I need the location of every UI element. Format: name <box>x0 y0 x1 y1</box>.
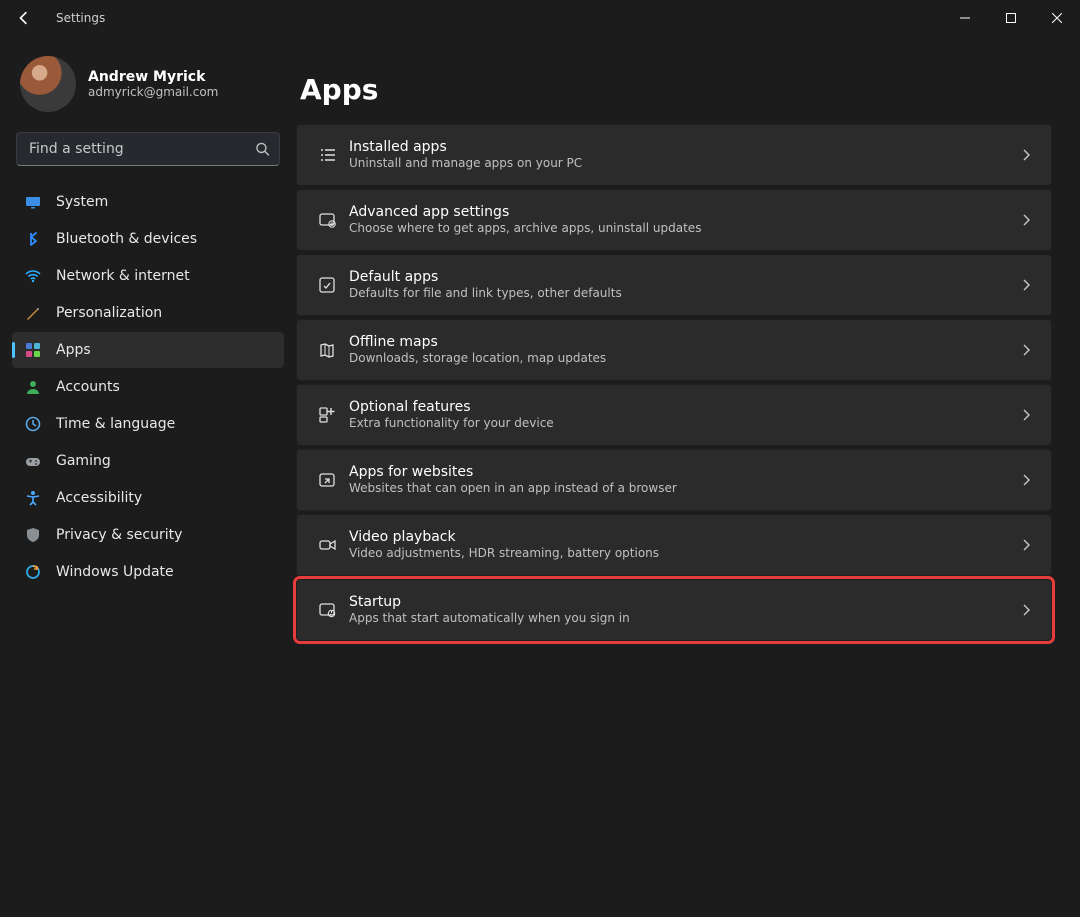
chevron-right-icon <box>1023 604 1031 616</box>
accessibility-icon <box>24 489 42 507</box>
maximize-icon <box>1006 13 1016 23</box>
maps-icon <box>305 328 349 372</box>
sidebar-item-label: Windows Update <box>56 564 174 580</box>
card-description: Downloads, storage location, map updates <box>349 351 606 366</box>
sidebar-item-gaming[interactable]: Gaming <box>12 443 284 479</box>
card-title: Startup <box>349 594 630 612</box>
sidebar: Andrew Myrick admyrick@gmail.com System B… <box>0 36 296 917</box>
optional-icon <box>305 393 349 437</box>
window-title: Settings <box>56 11 105 25</box>
installed-icon <box>305 133 349 177</box>
user-email: admyrick@gmail.com <box>88 85 218 99</box>
update-icon <box>24 563 42 581</box>
sidebar-item-network-internet[interactable]: Network & internet <box>12 258 284 294</box>
card-title: Advanced app settings <box>349 204 701 222</box>
card-description: Uninstall and manage apps on your PC <box>349 156 582 171</box>
card-description: Defaults for file and link types, other … <box>349 286 622 301</box>
sidebar-item-time-language[interactable]: Time & language <box>12 406 284 442</box>
sidebar-item-apps[interactable]: Apps <box>12 332 284 368</box>
settings-card-video-playback[interactable]: Video playback Video adjustments, HDR st… <box>296 514 1052 576</box>
sidebar-item-label: Apps <box>56 342 91 358</box>
sidebar-item-label: Bluetooth & devices <box>56 231 197 247</box>
user-name: Andrew Myrick <box>88 69 218 85</box>
card-title: Apps for websites <box>349 464 677 482</box>
card-title: Optional features <box>349 399 554 417</box>
titlebar: Settings <box>0 0 1080 36</box>
system-icon <box>24 193 42 211</box>
card-title: Installed apps <box>349 139 582 157</box>
card-description: Extra functionality for your device <box>349 416 554 431</box>
chevron-right-icon <box>1023 474 1031 486</box>
sidebar-item-label: Time & language <box>56 416 175 432</box>
minimize-button[interactable] <box>942 2 988 34</box>
content: Apps Installed apps Uninstall and manage… <box>296 36 1080 917</box>
window-controls <box>942 2 1080 34</box>
video-icon <box>305 523 349 567</box>
sidebar-item-accessibility[interactable]: Accessibility <box>12 480 284 516</box>
sidebar-item-bluetooth-devices[interactable]: Bluetooth & devices <box>12 221 284 257</box>
search-container <box>16 132 280 166</box>
settings-card-list: Installed apps Uninstall and manage apps… <box>296 124 1052 641</box>
chevron-right-icon <box>1023 344 1031 356</box>
card-description: Choose where to get apps, archive apps, … <box>349 221 701 236</box>
arrow-left-icon <box>17 11 31 25</box>
apps-icon <box>24 341 42 359</box>
sidebar-item-system[interactable]: System <box>12 184 284 220</box>
time-icon <box>24 415 42 433</box>
sidebar-item-label: Personalization <box>56 305 162 321</box>
gaming-icon <box>24 452 42 470</box>
chevron-right-icon <box>1023 149 1031 161</box>
chevron-right-icon <box>1023 409 1031 421</box>
chevron-right-icon <box>1023 279 1031 291</box>
sidebar-item-label: Privacy & security <box>56 527 182 543</box>
minimize-icon <box>960 13 970 23</box>
sidebar-item-label: Accessibility <box>56 490 142 506</box>
bluetooth-icon <box>24 230 42 248</box>
sidebar-item-accounts[interactable]: Accounts <box>12 369 284 405</box>
wifi-icon <box>24 267 42 285</box>
card-description: Apps that start automatically when you s… <box>349 611 630 626</box>
chevron-right-icon <box>1023 539 1031 551</box>
default-icon <box>305 263 349 307</box>
accounts-icon <box>24 378 42 396</box>
sidebar-item-privacy-security[interactable]: Privacy & security <box>12 517 284 553</box>
user-card[interactable]: Andrew Myrick admyrick@gmail.com <box>12 50 284 128</box>
chevron-right-icon <box>1023 214 1031 226</box>
settings-card-default-apps[interactable]: Default apps Defaults for file and link … <box>296 254 1052 316</box>
sidebar-item-label: Network & internet <box>56 268 190 284</box>
settings-card-offline-maps[interactable]: Offline maps Downloads, storage location… <box>296 319 1052 381</box>
startup-icon <box>305 588 349 632</box>
advanced-icon <box>305 198 349 242</box>
maximize-button[interactable] <box>988 2 1034 34</box>
settings-card-installed-apps[interactable]: Installed apps Uninstall and manage apps… <box>296 124 1052 186</box>
privacy-icon <box>24 526 42 544</box>
settings-card-optional-features[interactable]: Optional features Extra functionality fo… <box>296 384 1052 446</box>
card-description: Websites that can open in an app instead… <box>349 481 677 496</box>
card-title: Offline maps <box>349 334 606 352</box>
avatar <box>20 56 76 112</box>
card-description: Video adjustments, HDR streaming, batter… <box>349 546 659 561</box>
search-icon <box>255 142 270 157</box>
card-title: Default apps <box>349 269 622 287</box>
sidebar-item-windows-update[interactable]: Windows Update <box>12 554 284 590</box>
personalization-icon <box>24 304 42 322</box>
settings-card-startup[interactable]: Startup Apps that start automatically wh… <box>296 579 1052 641</box>
sidebar-item-label: Gaming <box>56 453 111 469</box>
sidebar-item-label: System <box>56 194 108 210</box>
search-input[interactable] <box>16 132 280 166</box>
sidebar-item-label: Accounts <box>56 379 120 395</box>
sidebar-nav: System Bluetooth & devices Network & inter… <box>12 184 284 590</box>
close-icon <box>1052 13 1062 23</box>
back-button[interactable] <box>8 2 40 34</box>
settings-card-advanced-app-settings[interactable]: Advanced app settings Choose where to ge… <box>296 189 1052 251</box>
websites-icon <box>305 458 349 502</box>
close-button[interactable] <box>1034 2 1080 34</box>
page-title: Apps <box>296 73 1052 106</box>
card-title: Video playback <box>349 529 659 547</box>
sidebar-item-personalization[interactable]: Personalization <box>12 295 284 331</box>
settings-card-apps-for-websites[interactable]: Apps for websites Websites that can open… <box>296 449 1052 511</box>
